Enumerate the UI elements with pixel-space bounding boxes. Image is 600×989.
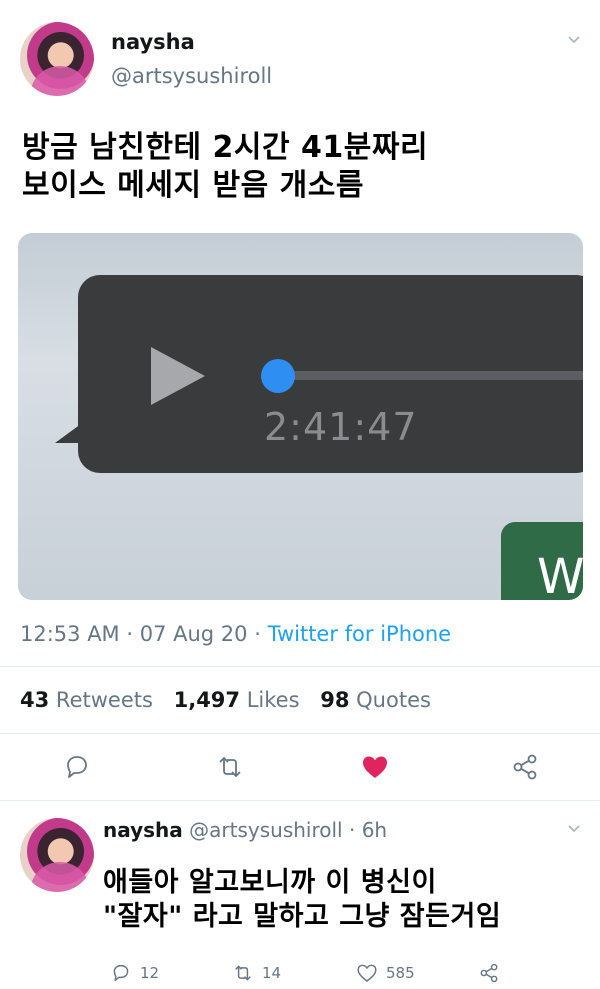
retweet-icon xyxy=(232,962,254,984)
quotes-stat[interactable]: 98 Quotes xyxy=(320,688,431,712)
reply-action[interactable]: 12 xyxy=(110,962,159,984)
avatar[interactable] xyxy=(20,22,94,96)
voice-duration: 2:41:47 xyxy=(264,405,418,449)
main-tweet: naysha @artsysushiroll 방금 남친한테 2시간 41분짜리… xyxy=(0,0,600,800)
play-icon xyxy=(149,345,207,407)
reply-icon[interactable] xyxy=(62,752,92,782)
reply-age[interactable]: 6h xyxy=(362,818,387,842)
meta-separator: · xyxy=(254,622,268,646)
retweets-label: Retweets xyxy=(55,688,153,712)
playback-track xyxy=(280,371,583,380)
tweet-text-line-2: 보이스 메세지 받음 개소름 xyxy=(22,168,364,203)
share-action[interactable] xyxy=(478,962,500,984)
heart-icon[interactable] xyxy=(360,752,390,782)
handle[interactable]: @artsysushiroll xyxy=(189,818,342,842)
tweet-time[interactable]: 12:53 AM xyxy=(20,622,120,646)
display-name[interactable]: naysha xyxy=(103,818,183,842)
bubble-tail xyxy=(55,421,85,443)
reply-count: 12 xyxy=(140,964,160,982)
divider xyxy=(0,800,600,801)
retweets-count: 43 xyxy=(20,688,50,712)
quotes-label: Quotes xyxy=(356,688,431,712)
playback-knob xyxy=(261,359,295,393)
quotes-count: 98 xyxy=(320,688,350,712)
like-action[interactable]: 585 xyxy=(356,962,415,984)
reply-text-line-1: 애들아 알고보니까 이 병신이 xyxy=(103,867,437,898)
likes-stat[interactable]: 1,497 Likes xyxy=(174,688,300,712)
likes-count: 1,497 xyxy=(173,688,241,712)
tweet-media-image[interactable]: 2:41:47 W xyxy=(18,233,583,600)
reply-header: naysha @artsysushiroll · 6h xyxy=(103,818,388,842)
display-name[interactable]: naysha xyxy=(111,30,195,54)
tweet-text-line-1: 방금 남친한테 2시간 41분짜리 xyxy=(22,130,429,165)
avatar[interactable] xyxy=(20,818,94,892)
retweets-stat[interactable]: 43 Retweets xyxy=(20,688,153,712)
like-count: 585 xyxy=(386,964,415,982)
divider xyxy=(0,666,600,667)
reply-text-line-2: "잘자" 라고 말하고 그냥 잠든거임 xyxy=(103,901,502,932)
handle[interactable]: @artsysushiroll xyxy=(111,64,272,88)
share-icon[interactable] xyxy=(510,752,540,782)
share-icon xyxy=(478,962,500,984)
heart-icon xyxy=(356,962,378,984)
divider xyxy=(0,733,600,734)
tweet-stats: 43 Retweets 1,497 Likes 98 Quotes xyxy=(20,688,431,712)
chevron-down-icon[interactable] xyxy=(567,822,581,836)
chevron-down-icon[interactable] xyxy=(567,33,581,47)
retweet-action[interactable]: 14 xyxy=(232,962,281,984)
retweet-icon[interactable] xyxy=(215,752,245,782)
retweet-count: 14 xyxy=(262,964,282,982)
tweet-date[interactable]: 07 Aug 20 xyxy=(140,622,248,646)
tweet-source-link[interactable]: Twitter for iPhone xyxy=(268,622,452,646)
green-bubble-letter: W xyxy=(537,549,583,600)
tweet-meta: 12:53 AM · 07 Aug 20 · Twitter for iPhon… xyxy=(20,622,451,646)
likes-label: Likes xyxy=(246,688,300,712)
reply-icon xyxy=(110,962,132,984)
meta-separator: · xyxy=(126,622,140,646)
